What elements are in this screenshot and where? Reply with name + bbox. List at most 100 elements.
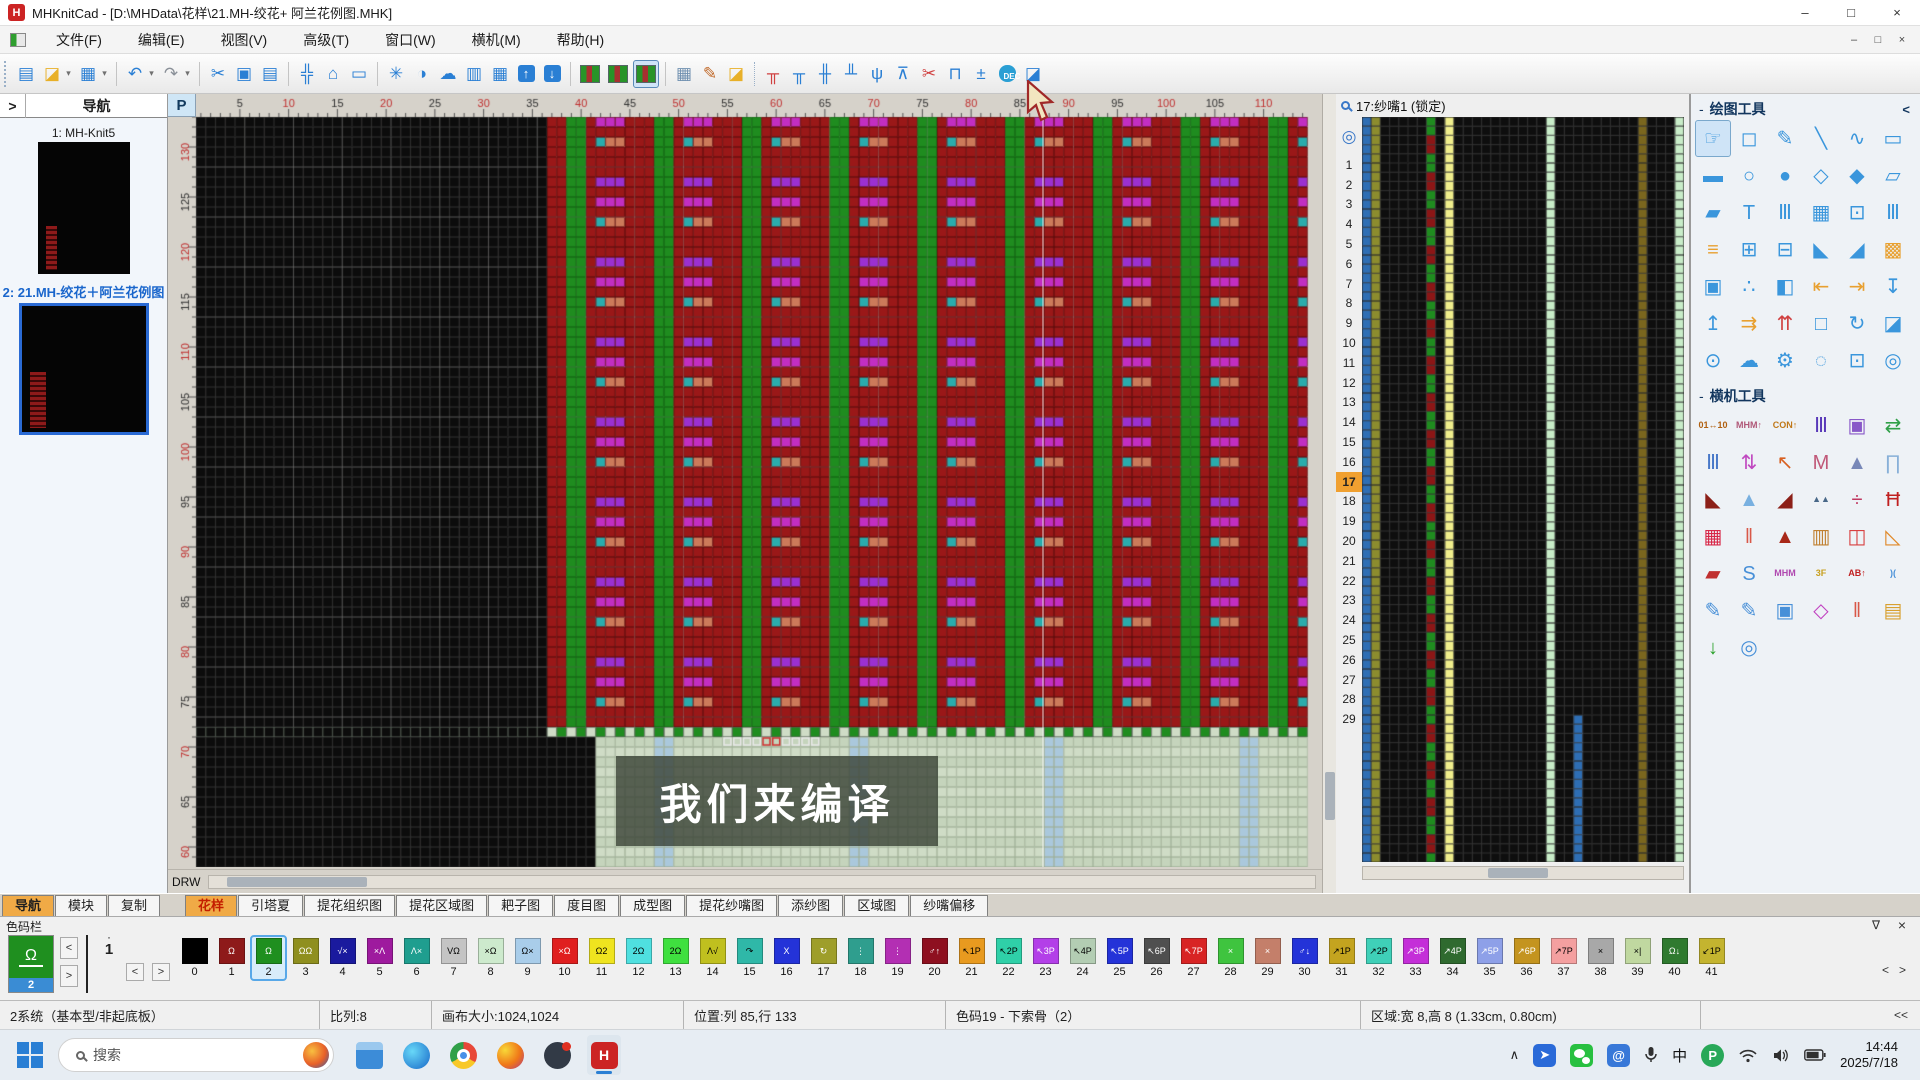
save-button[interactable]: ▦: [76, 60, 100, 88]
horizontal-scrollbar-thumb[interactable]: [227, 877, 367, 887]
mtool-mhm-up[interactable]: MHM↑: [1731, 407, 1767, 444]
color-swatch[interactable]: × 28: [1212, 935, 1249, 981]
pattern-canvas[interactable]: [168, 94, 1322, 867]
yarn-feeder-button[interactable]: ψ: [865, 60, 889, 88]
tool-grid-blocks[interactable]: ▦: [1803, 194, 1839, 231]
mtool-v-shapes[interactable]: M: [1803, 444, 1839, 481]
redo-button[interactable]: ↷: [159, 60, 183, 88]
mtool-stripe-slant[interactable]: ▰: [1695, 555, 1731, 592]
mtool-red-bars-2[interactable]: ‖: [1839, 592, 1875, 629]
yarn-row-number[interactable]: 25: [1336, 630, 1362, 650]
mtool-target-rings[interactable]: ◎: [1731, 629, 1767, 666]
tab-rake[interactable]: 耙子图: [488, 895, 553, 916]
cloud-sync-button[interactable]: ☁: [436, 60, 460, 88]
doc-copy-button[interactable]: ▥: [462, 60, 486, 88]
color-swatch[interactable]: ↗2P 32: [1360, 935, 1397, 981]
taskbar-app-edge[interactable]: [399, 1035, 433, 1075]
needle-transfer-3-button[interactable]: ╨: [839, 60, 863, 88]
tab-module[interactable]: 模块: [55, 895, 107, 916]
tool-checker-blocks[interactable]: ▩: [1875, 231, 1911, 268]
panel-collapse-icon[interactable]: <: [1902, 102, 1910, 117]
color-swatch[interactable]: √× 4: [324, 935, 361, 981]
fit-view-button[interactable]: ⌂: [321, 60, 345, 88]
mtool-page-arrow[interactable]: ↖: [1767, 444, 1803, 481]
menu-view[interactable]: 视图(V): [203, 26, 286, 54]
taskbar-app-mhknitcad[interactable]: H: [587, 1035, 621, 1075]
stitch-tool-button[interactable]: ╫: [813, 60, 837, 88]
swatch-prev-button[interactable]: <: [60, 937, 78, 959]
at-app-icon[interactable]: @: [1607, 1044, 1630, 1067]
tab-shaping[interactable]: 成型图: [620, 895, 685, 916]
color-swatch[interactable]: ↷ 15: [731, 935, 768, 981]
blue-folder-button[interactable]: ◪: [1021, 60, 1045, 88]
yarn-row-number[interactable]: 3: [1336, 195, 1362, 215]
menu-help[interactable]: 帮助(H): [539, 26, 622, 54]
color-swatch[interactable]: × 29: [1249, 935, 1286, 981]
tool-select-pattern[interactable]: ⊡: [1839, 342, 1875, 379]
color-swatch[interactable]: ↖5P 25: [1101, 935, 1138, 981]
color-swatch[interactable]: ↖3P 23: [1027, 935, 1064, 981]
folder-button[interactable]: ◪: [724, 60, 748, 88]
color-swatch[interactable]: ×| 39: [1619, 935, 1656, 981]
tool-delete-row[interactable]: ⇈: [1767, 305, 1803, 342]
select-area-button[interactable]: ▭: [347, 60, 371, 88]
tool-ellipse-filled[interactable]: ●: [1767, 157, 1803, 194]
yarn-row-number[interactable]: 6: [1336, 254, 1362, 274]
yarn-row-number[interactable]: 17: [1336, 472, 1362, 492]
pattern-view-3-button[interactable]: [633, 60, 659, 88]
yarn-horizontal-scrollbar[interactable]: [1362, 866, 1684, 880]
tool-text[interactable]: T: [1731, 194, 1767, 231]
tool-insert-col-left[interactable]: ⇤: [1803, 268, 1839, 305]
ime-indicator[interactable]: 中: [1672, 1045, 1687, 1066]
tool-pencil[interactable]: ✎: [1767, 120, 1803, 157]
pattern-thumbnail[interactable]: 2: 21.MH-绞花＋阿兰花例图: [0, 282, 167, 435]
tool-zoom[interactable]: ⊙: [1695, 342, 1731, 379]
taskbar-clock[interactable]: 14:44 2025/7/18: [1840, 1039, 1898, 1072]
copy-button[interactable]: ▣: [232, 60, 256, 88]
mtool-pyramid[interactable]: ▲: [1731, 481, 1767, 518]
tab-jacquard-region[interactable]: 提花区域图: [396, 895, 487, 916]
tool-target-rings[interactable]: ◎: [1875, 342, 1911, 379]
new-file-button[interactable]: ▤: [14, 60, 38, 88]
color-swatch[interactable]: ♂↓ 30: [1286, 935, 1323, 981]
yarn-row-number[interactable]: 27: [1336, 670, 1362, 690]
magnifier-icon[interactable]: [1341, 101, 1350, 110]
mtool-blue-columns[interactable]: Ⅲ: [1695, 444, 1731, 481]
child-minimize-button[interactable]: –: [1842, 29, 1866, 51]
yarn-row-number[interactable]: 12: [1336, 373, 1362, 393]
tool-delete-col[interactable]: ⇉: [1731, 305, 1767, 342]
yarn-row-number[interactable]: 29: [1336, 709, 1362, 729]
tool-blocks-2x3[interactable]: ⊟: [1767, 231, 1803, 268]
color-swatch[interactable]: ⋮ 19: [879, 935, 916, 981]
yarn-row-number[interactable]: 5: [1336, 234, 1362, 254]
tool-spray[interactable]: ∴: [1731, 268, 1767, 305]
cast-tool-button[interactable]: ⊼: [891, 60, 915, 88]
tool-rect-outline[interactable]: ▭: [1875, 120, 1911, 157]
mtool-garment-shirt[interactable]: ∏: [1875, 444, 1911, 481]
tool-rect-filled[interactable]: ▬: [1695, 157, 1731, 194]
sep[interactable]: [199, 62, 200, 86]
paste-button[interactable]: ▤: [258, 60, 282, 88]
open-file-caret[interactable]: ▾: [63, 60, 74, 88]
adjust-tool-button[interactable]: ±: [969, 60, 993, 88]
upload-button[interactable]: ↑: [514, 60, 538, 88]
sep[interactable]: [116, 62, 117, 86]
color-swatch[interactable]: X 16: [768, 935, 805, 981]
mtool-multi-block[interactable]: ▥: [1803, 518, 1839, 555]
mtool-divide[interactable]: ÷: [1839, 481, 1875, 518]
tool-copy-cells[interactable]: ⊡: [1839, 194, 1875, 231]
yarn-row-number[interactable]: 1: [1336, 155, 1362, 175]
tab-stitch-density[interactable]: 度目图: [554, 895, 619, 916]
image-view-button[interactable]: ▦: [488, 60, 512, 88]
tray-key-icon[interactable]: P: [1701, 1044, 1724, 1067]
mtool-download[interactable]: ↓: [1695, 629, 1731, 666]
vertical-scrollbar-thumb[interactable]: [1325, 772, 1335, 820]
tab-jacquard-yarn[interactable]: 提花纱嘴图: [686, 895, 777, 916]
tool-cloud[interactable]: ☁: [1731, 342, 1767, 379]
tool-h-bars[interactable]: ≡: [1695, 231, 1731, 268]
mtool-triple-f[interactable]: 3F: [1803, 555, 1839, 592]
mtool-lens-pair[interactable]: )(: [1875, 555, 1911, 592]
color-swatch[interactable]: ↗6P 36: [1508, 935, 1545, 981]
pattern-thumbnail[interactable]: 1: MH-Knit5: [0, 126, 167, 274]
needle-transfer-1-button[interactable]: ╥: [761, 60, 785, 88]
